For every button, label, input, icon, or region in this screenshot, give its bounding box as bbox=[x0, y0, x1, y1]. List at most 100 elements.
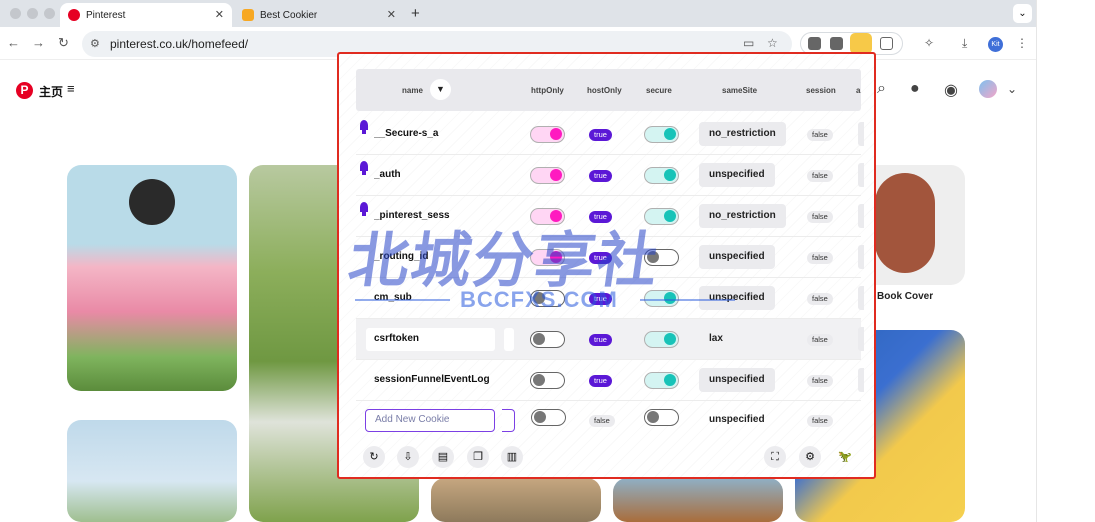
samesite-select[interactable]: no_restriction bbox=[699, 122, 786, 146]
pin-image-sky-girl[interactable] bbox=[67, 420, 237, 522]
secure-toggle[interactable] bbox=[644, 331, 679, 348]
export-icon[interactable]: ▤ bbox=[432, 446, 454, 468]
home-nav-label[interactable]: 主页 bbox=[39, 83, 63, 100]
cookie-name[interactable]: sessionFunnelEventLog bbox=[374, 374, 492, 385]
cookie-row[interactable]: csrftoken true lax false bbox=[356, 319, 864, 360]
new-samesite-select[interactable]: unspecified bbox=[699, 408, 775, 432]
hostonly-badge: true bbox=[589, 129, 612, 141]
column-header-session[interactable]: session bbox=[806, 86, 836, 95]
secure-toggle[interactable] bbox=[644, 126, 679, 143]
pinned-ribbon-icon[interactable] bbox=[360, 161, 368, 175]
cookie-row[interactable]: sessionFunnelEventLog true unspecified fals… bbox=[356, 360, 864, 401]
best-cookier-extension-button[interactable] bbox=[850, 33, 872, 54]
samesite-select[interactable]: no_restriction bbox=[699, 204, 786, 228]
download-icon[interactable]: ⤓ bbox=[962, 36, 967, 51]
settings-gear-icon[interactable]: ⚙ bbox=[799, 446, 821, 468]
forward-arrow-icon[interactable]: → bbox=[32, 35, 45, 50]
add-new-cookie-value-input[interactable] bbox=[502, 409, 515, 432]
httponly-toggle[interactable] bbox=[530, 372, 565, 389]
fullscreen-icon[interactable]: ⛶ bbox=[764, 446, 786, 468]
new-httponly-toggle[interactable] bbox=[531, 409, 566, 426]
refresh-icon[interactable]: ↻ bbox=[363, 446, 385, 468]
column-header-httponly[interactable]: httpOnly bbox=[531, 86, 564, 95]
cookie-name[interactable]: csrftoken bbox=[374, 333, 492, 344]
column-header-hostonly[interactable]: hostOnly bbox=[587, 86, 622, 95]
samesite-select[interactable]: unspecified bbox=[699, 286, 775, 310]
tab-search-chevron-icon[interactable]: ⌄ bbox=[1013, 4, 1032, 23]
overflow-cell bbox=[858, 204, 864, 228]
tab-title: Pinterest bbox=[86, 9, 126, 21]
back-arrow-icon[interactable]: ← bbox=[7, 35, 20, 50]
copy-icon[interactable]: ❐ bbox=[467, 446, 489, 468]
secure-toggle[interactable] bbox=[644, 372, 679, 389]
cookie-name[interactable]: __Secure-s_a bbox=[374, 128, 492, 139]
new-secure-toggle[interactable] bbox=[644, 409, 679, 426]
hostonly-badge: true bbox=[589, 375, 612, 387]
column-header-name[interactable]: name bbox=[402, 86, 423, 95]
pin-image-garden[interactable] bbox=[431, 478, 601, 522]
overflow-cell bbox=[858, 327, 864, 351]
menu-hamburger-icon[interactable]: ≡ bbox=[67, 81, 75, 96]
overflow-cell bbox=[858, 286, 864, 310]
more-menu-icon[interactable]: ⋮ bbox=[1016, 36, 1028, 50]
close-tab-icon[interactable]: ✕ bbox=[215, 8, 224, 21]
bookmark-star-icon[interactable]: ☆ bbox=[767, 36, 778, 50]
close-tab-icon[interactable]: ✕ bbox=[387, 8, 396, 21]
filter-icon[interactable]: ▼ bbox=[430, 79, 451, 100]
cast-icon[interactable]: ▭ bbox=[743, 36, 754, 50]
import-icon[interactable]: ⇩ bbox=[397, 446, 419, 468]
samesite-select[interactable]: unspecified bbox=[699, 163, 775, 187]
maximize-window-button[interactable] bbox=[44, 8, 55, 19]
delete-trash-icon[interactable]: ▥ bbox=[501, 446, 523, 468]
tab-best-cookier[interactable]: Best Cookier ✕ bbox=[234, 3, 404, 27]
httponly-toggle[interactable] bbox=[530, 167, 565, 184]
reader-extension-icon[interactable] bbox=[830, 37, 843, 50]
pinterest-favicon-icon bbox=[68, 9, 80, 21]
sparkle-icon[interactable]: ✧ bbox=[924, 36, 934, 50]
profile-avatar[interactable]: Kit bbox=[988, 37, 1003, 52]
watermark-line-left bbox=[355, 299, 450, 301]
session-badge: false bbox=[807, 170, 833, 182]
secure-toggle[interactable] bbox=[644, 167, 679, 184]
dino-mascot-icon[interactable]: 🦖 bbox=[834, 446, 856, 468]
overflow-cell bbox=[858, 245, 864, 269]
close-window-button[interactable] bbox=[10, 8, 21, 19]
column-header-samesite[interactable]: sameSite bbox=[722, 86, 757, 95]
httponly-toggle[interactable] bbox=[530, 126, 565, 143]
new-tab-button[interactable]: + bbox=[411, 5, 420, 22]
value-input-box[interactable] bbox=[504, 328, 514, 351]
pin-image-mountain[interactable] bbox=[613, 478, 783, 522]
pinterest-logo-icon[interactable]: P bbox=[16, 82, 33, 99]
pin-caption[interactable]: Book Cover bbox=[877, 291, 933, 302]
samesite-select[interactable]: lax bbox=[699, 327, 733, 351]
samesite-select[interactable]: unspecified bbox=[699, 245, 775, 269]
window-controls bbox=[10, 8, 55, 19]
search-icon[interactable]: ⌕ bbox=[877, 80, 886, 98]
cookie-row[interactable]: _auth true unspecified false bbox=[356, 155, 864, 196]
session-badge: false bbox=[807, 129, 833, 141]
watermark-url: BCCFXS.COM bbox=[460, 287, 618, 312]
messages-icon[interactable]: ◉ bbox=[944, 80, 958, 100]
account-chevron-down-icon[interactable]: ⌄ bbox=[1007, 82, 1017, 96]
cookie-row[interactable]: __Secure-s_a true no_restriction false bbox=[356, 114, 864, 155]
reload-icon[interactable]: ↻ bbox=[58, 35, 69, 51]
pinned-ribbon-icon[interactable] bbox=[360, 120, 368, 134]
notifications-bell-icon[interactable]: ● bbox=[910, 80, 920, 98]
tab-pinterest[interactable]: Pinterest ✕ bbox=[60, 3, 232, 27]
qr-extension-icon[interactable] bbox=[808, 37, 821, 50]
puzzle-extensions-icon[interactable] bbox=[880, 37, 893, 50]
cookie-name[interactable]: _auth bbox=[374, 169, 492, 180]
samesite-select[interactable]: unspecified bbox=[699, 368, 775, 392]
page-gutter bbox=[1036, 0, 1095, 522]
table-header: name ▼ httpOnly hostOnly secure sameSite… bbox=[356, 69, 861, 111]
session-badge: false bbox=[807, 252, 833, 264]
tab-strip: Pinterest ✕ Best Cookier ✕ + ⌄ bbox=[0, 0, 1036, 27]
column-header-secure[interactable]: secure bbox=[646, 86, 672, 95]
pinned-ribbon-icon[interactable] bbox=[360, 202, 368, 216]
pin-image-flower-dress[interactable] bbox=[67, 165, 237, 391]
minimize-window-button[interactable] bbox=[27, 8, 38, 19]
user-avatar[interactable] bbox=[979, 80, 997, 98]
add-new-cookie-input[interactable]: Add New Cookie bbox=[365, 409, 495, 432]
httponly-toggle[interactable] bbox=[530, 331, 565, 348]
site-settings-icon[interactable]: ⚙ bbox=[90, 31, 100, 57]
